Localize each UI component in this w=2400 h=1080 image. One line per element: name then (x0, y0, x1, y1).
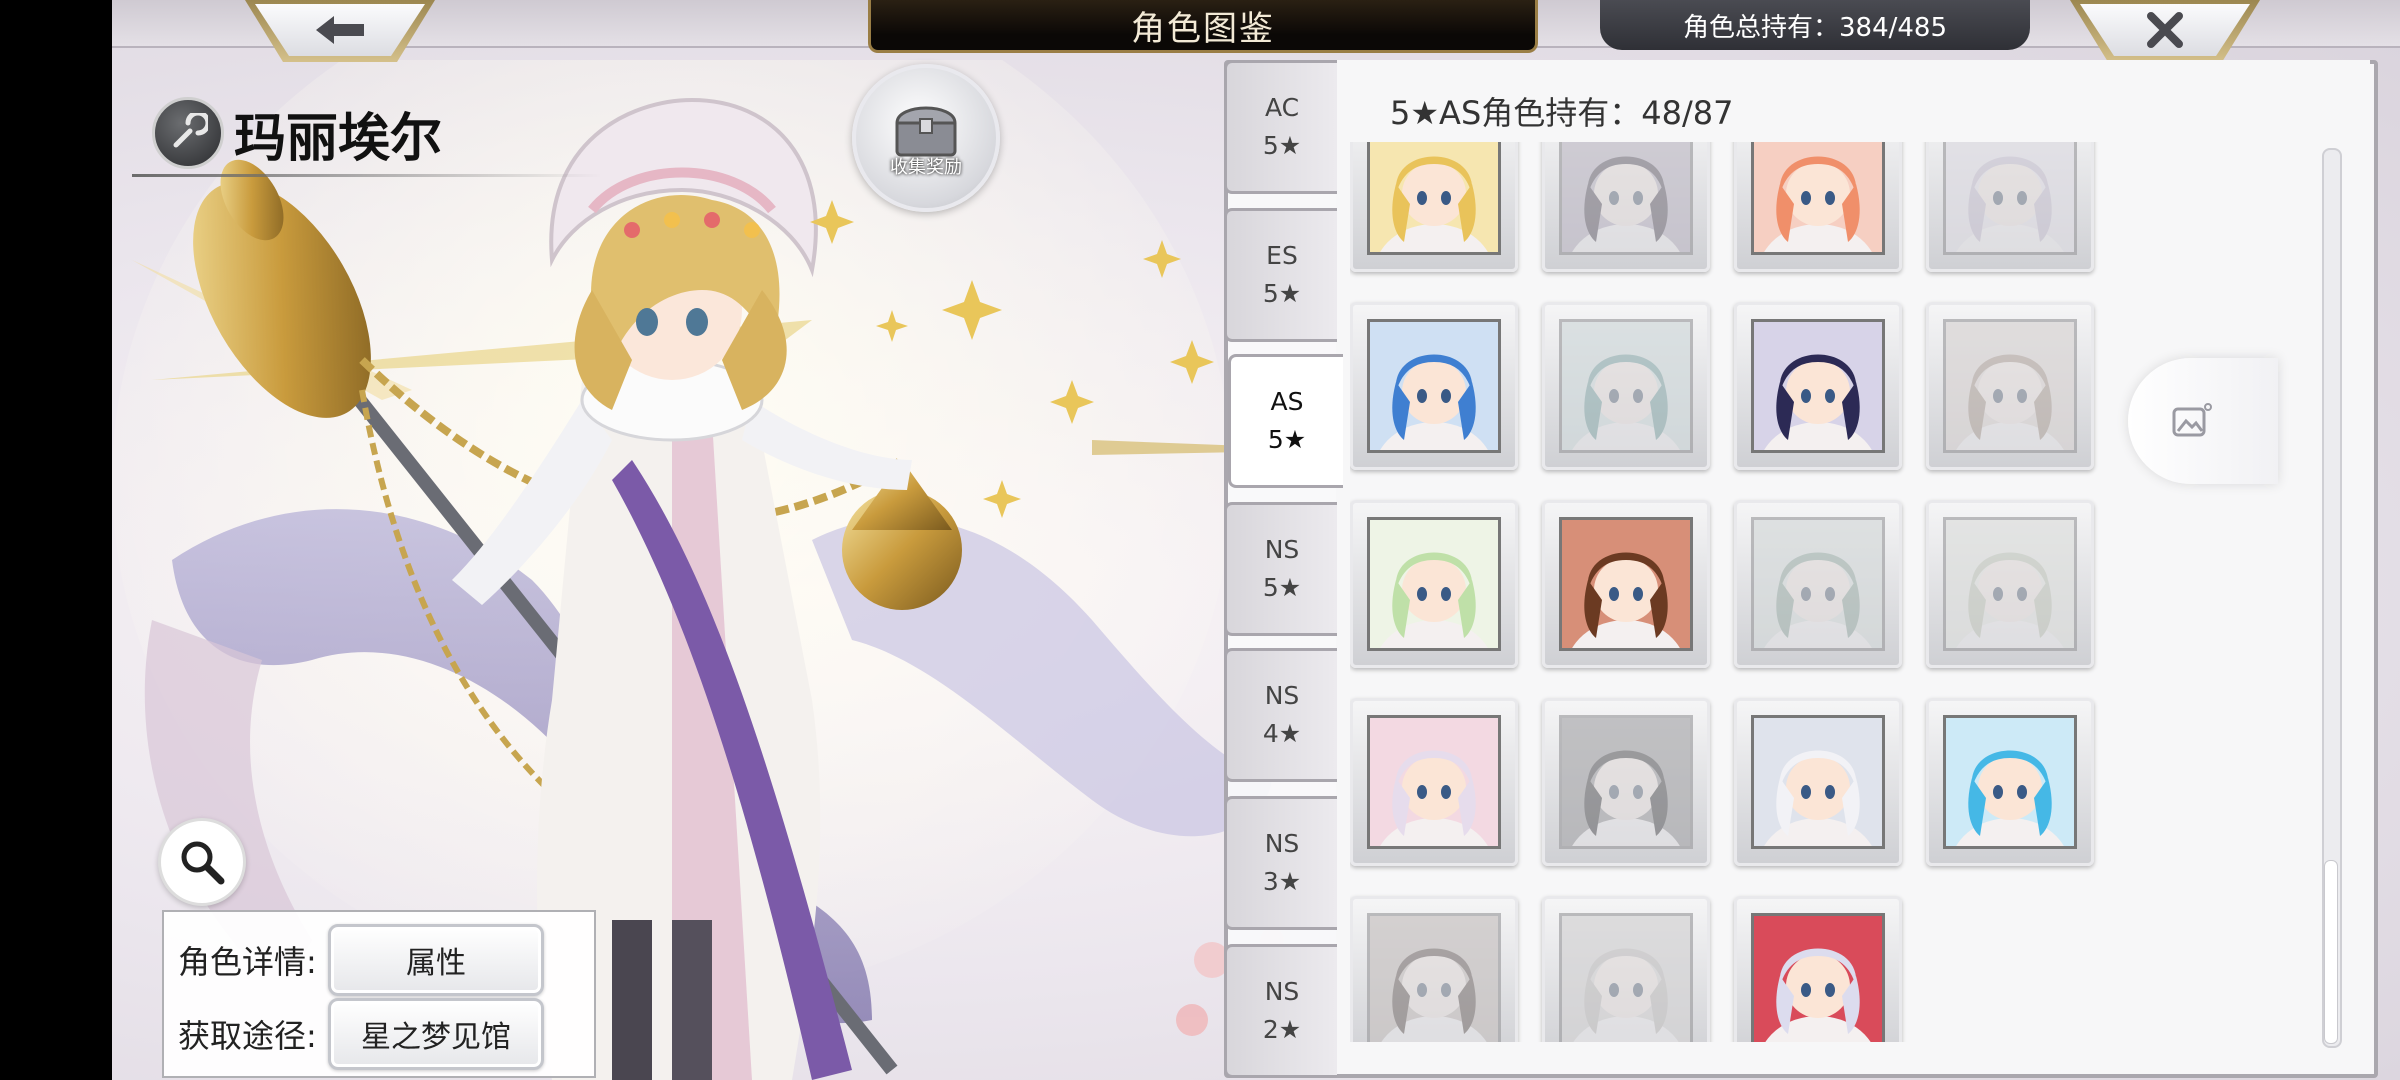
character-portrait (1751, 715, 1885, 849)
gallery-button[interactable] (2128, 358, 2278, 484)
tab-as-5[interactable]: AS 5★ (1228, 354, 1343, 488)
character-card[interactable] (1350, 302, 1518, 470)
character-portrait (1559, 142, 1693, 255)
character-card[interactable] (1350, 896, 1518, 1042)
tab-label-bottom: 5★ (1262, 279, 1302, 308)
character-card[interactable] (1926, 142, 2094, 272)
character-card[interactable] (1734, 698, 1902, 866)
character-card[interactable] (1734, 896, 1902, 1042)
character-portrait (1943, 319, 2077, 453)
character-card[interactable] (1926, 500, 2094, 668)
close-icon (2147, 12, 2183, 48)
character-card[interactable] (1926, 698, 2094, 866)
character-portrait (1367, 913, 1501, 1042)
character-portrait (1751, 517, 1885, 651)
tab-label-top: NS (1264, 829, 1300, 858)
tab-label-top: NS (1264, 977, 1300, 1006)
character-card[interactable] (1350, 500, 1518, 668)
tab-ns-5[interactable]: NS 5★ (1224, 502, 1337, 636)
tab-ns-4[interactable]: NS 4★ (1224, 648, 1337, 782)
character-portrait (1943, 142, 2077, 255)
character-card[interactable] (1350, 142, 1518, 272)
character-portrait (1751, 142, 1885, 255)
character-name-row: 玛丽埃尔 (152, 97, 572, 169)
character-card[interactable] (1926, 302, 2094, 470)
character-portrait (1751, 319, 1885, 453)
character-card[interactable] (1542, 896, 1710, 1042)
gallery-image-icon (2172, 403, 2212, 437)
character-portrait (1559, 913, 1693, 1042)
tab-label-top: AS (1270, 387, 1304, 416)
total-owned-text: 角色总持有：384/485 (1682, 12, 1947, 43)
tab-label-bottom: 5★ (1262, 573, 1302, 602)
grid-scroll-thumb[interactable] (2324, 860, 2338, 1044)
character-card[interactable] (1542, 500, 1710, 668)
collection-reward-button[interactable]: 收集奖励 (852, 64, 1000, 212)
character-card[interactable] (1542, 142, 1710, 272)
tab-label-top: NS (1264, 535, 1300, 564)
close-button-face (2080, 4, 2250, 56)
character-portrait (1559, 715, 1693, 849)
search-button[interactable] (158, 818, 246, 906)
character-card[interactable] (1542, 302, 1710, 470)
detail-label: 角色详情: (178, 943, 317, 981)
source-button[interactable]: 星之梦见馆 (328, 998, 544, 1070)
tab-label-bottom: 2★ (1262, 1015, 1302, 1044)
tab-label-bottom: 5★ (1262, 131, 1302, 160)
page-title: 角色图鉴 (1131, 8, 1275, 49)
back-button-face (255, 4, 425, 56)
tab-label-bottom: 4★ (1262, 719, 1302, 748)
character-card[interactable] (1542, 698, 1710, 866)
character-portrait (1367, 319, 1501, 453)
tab-label-top: ES (1266, 241, 1298, 270)
tab-ns-3[interactable]: NS 3★ (1224, 796, 1337, 930)
tab-ac-5[interactable]: AC 5★ (1224, 60, 1337, 194)
tab-es-5[interactable]: ES 5★ (1224, 208, 1337, 342)
attribute-button[interactable]: 属性 (328, 924, 544, 996)
character-card[interactable] (1734, 142, 1902, 272)
character-card[interactable] (1734, 500, 1902, 668)
total-owned-counter: 角色总持有：384/485 (1600, 0, 2030, 50)
tab-ns-2[interactable]: NS 2★ (1224, 944, 1337, 1078)
character-portrait (1751, 913, 1885, 1042)
magnifier-icon (181, 841, 225, 885)
character-card[interactable] (1734, 302, 1902, 470)
back-arrow-icon (316, 16, 364, 44)
character-grid-viewport (1350, 142, 2140, 1042)
tab-label-bottom: 3★ (1262, 867, 1302, 896)
character-portrait (1367, 715, 1501, 849)
tab-label-top: AC (1264, 93, 1300, 122)
page-title-plate: 角色图鉴 (868, 0, 1538, 53)
treasure-chest-icon (895, 106, 957, 157)
list-header: 5★AS角色持有：48/87 (1390, 94, 1734, 132)
source-label: 获取途径: (178, 1017, 317, 1055)
character-portrait (1559, 517, 1693, 651)
element-glyph (173, 113, 208, 148)
character-portrait (1943, 517, 2077, 651)
character-portrait (1367, 142, 1501, 255)
character-name: 玛丽埃尔 (234, 108, 443, 169)
tab-label-bottom: 5★ (1267, 425, 1307, 454)
collection-reward-label: 收集奖励 (890, 157, 962, 178)
character-portrait (1559, 319, 1693, 453)
character-card[interactable] (1350, 698, 1518, 866)
character-detail-panel: 角色详情: 属性 获取途径: 星之梦见馆 (162, 910, 596, 1078)
rarity-tabs: AC 5★ ES 5★ AS 5★ NS 5★ NS 4★ NS 3★ NS 2… (1224, 60, 1343, 1078)
element-badge-icon (152, 97, 224, 169)
detail-row: 角色详情: 属性 (178, 924, 544, 996)
character-grid (1350, 142, 2118, 1042)
name-underline (132, 174, 602, 177)
character-portrait (1367, 517, 1501, 651)
tab-label-top: NS (1264, 681, 1300, 710)
character-portrait (1943, 715, 2077, 849)
source-row: 获取途径: 星之梦见馆 (178, 998, 544, 1070)
